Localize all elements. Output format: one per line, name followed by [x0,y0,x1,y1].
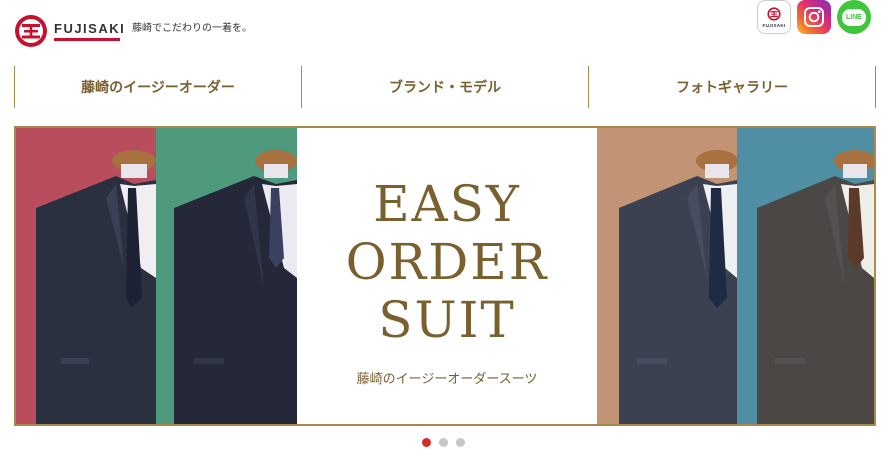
carousel-dot-3[interactable] [456,438,465,447]
suit-panel-tan [597,128,737,424]
suit-photo-1 [36,150,156,424]
fujisaki-logo[interactable]: FUJISAKI [14,14,125,48]
nav-item-photo-gallery[interactable]: フォトギャラリー [588,66,876,108]
instagram-icon [804,7,824,27]
nav-item-brand-model[interactable]: ブランド・モデル [301,66,588,108]
brand-block: FUJISAKI [54,20,126,41]
suit-photo-4 [757,150,874,424]
banner-subtitle: 藤崎のイージーオーダースーツ [356,372,538,387]
site-header: FUJISAKI 藤崎でこだわりの一着を。 FUJISAKI LINE [0,0,891,62]
brand-underline [54,37,120,41]
line-button[interactable]: LINE [837,0,871,34]
banner-title-line-2: ORDER [345,233,549,291]
hero-banner[interactable]: EASY ORDER SUIT 藤崎のイージーオーダースーツ [14,126,876,426]
banner-text-panel: EASY ORDER SUIT 藤崎のイージーオーダースーツ [297,128,597,424]
suit-panel-green [156,128,297,424]
fujisaki-mini-logo-icon [767,6,781,21]
carousel-dots [422,438,465,447]
main-nav: 藤崎のイージーオーダー ブランド・モデル フォトギャラリー [14,66,876,108]
fujisaki-logo-icon [15,15,47,47]
nav-item-easy-order[interactable]: 藤崎のイージーオーダー [14,66,301,108]
suit-panel-blue [737,128,874,424]
tagline: 藤崎でこだわりの一着を。 [132,23,252,34]
banner-title-line-3: SUIT [378,291,516,349]
carousel-dot-2[interactable] [439,438,448,447]
instagram-button[interactable] [797,0,831,34]
suit-photo-3 [619,150,737,424]
fujisaki-link-button[interactable]: FUJISAKI [757,0,791,34]
fujisaki-button-label: FUJISAKI [762,22,786,28]
brand-name: FUJISAKI [54,20,126,36]
suit-panel-red [16,128,156,424]
banner-title-line-1: EASY [373,175,521,233]
suit-photo-2 [174,150,297,424]
carousel-dot-1[interactable] [422,438,431,447]
line-icon: LINE [842,8,866,26]
